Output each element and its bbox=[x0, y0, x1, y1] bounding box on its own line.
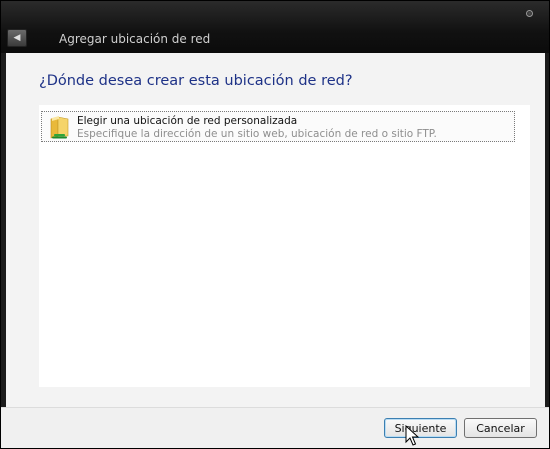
cancel-button[interactable]: Cancelar bbox=[464, 418, 537, 438]
wizard-footer: Siguiente Cancelar bbox=[1, 407, 549, 448]
wizard-content: ¿Dónde desea crear esta ubicación de red… bbox=[6, 53, 545, 407]
back-button[interactable]: ◀ bbox=[7, 29, 27, 47]
folder-network-icon bbox=[50, 116, 69, 139]
add-network-location-window: ◀ Agregar ubicación de red ¿Dónde desea … bbox=[0, 0, 550, 449]
window-title: Agregar ubicación de red bbox=[59, 32, 211, 46]
option-description: Especifique la dirección de un sitio web… bbox=[77, 128, 437, 140]
back-arrow-icon: ◀ bbox=[13, 33, 21, 43]
page-title: ¿Dónde desea crear esta ubicación de red… bbox=[39, 73, 353, 89]
mouse-cursor-icon bbox=[405, 425, 420, 446]
close-icon[interactable] bbox=[526, 10, 533, 17]
option-title: Elegir una ubicación de red personalizad… bbox=[77, 115, 298, 127]
option-custom-network-location[interactable]: Elegir una ubicación de red personalizad… bbox=[41, 111, 515, 142]
title-bar: ◀ Agregar ubicación de red bbox=[1, 1, 549, 53]
options-list: Elegir una ubicación de red personalizad… bbox=[39, 105, 530, 387]
